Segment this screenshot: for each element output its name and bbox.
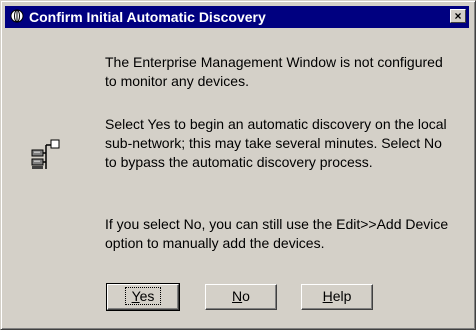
confirm-discovery-dialog: Confirm Initial Automatic Discovery × Th… — [0, 0, 476, 330]
no-label-rest: o — [242, 288, 250, 304]
yes-button-focus: Yes — [124, 287, 162, 305]
yes-button[interactable]: Yes — [106, 283, 180, 311]
globe-icon — [10, 9, 24, 23]
message-select-no: If you select No, you can still use the … — [105, 216, 449, 251]
yes-label-rest: es — [139, 288, 155, 304]
help-label-rest: elp — [332, 288, 352, 304]
no-mnemonic: N — [232, 288, 243, 304]
close-button[interactable]: × — [450, 9, 466, 23]
network-devices-icon — [31, 139, 60, 169]
message-not-configured: The Enterprise Management Window is not … — [105, 54, 443, 89]
no-button[interactable]: No — [205, 284, 277, 310]
help-mnemonic: H — [322, 288, 333, 304]
yes-mnemonic: Y — [131, 288, 140, 304]
window-title: Confirm Initial Automatic Discovery — [29, 9, 266, 25]
message-select-yes: Select Yes to begin an automatic discove… — [105, 116, 447, 170]
close-icon: × — [454, 9, 462, 23]
title-bar-active: Confirm Initial Automatic Discovery × — [5, 6, 469, 28]
help-button[interactable]: Help — [301, 284, 373, 310]
title-bar[interactable]: Confirm Initial Automatic Discovery × — [3, 3, 473, 31]
